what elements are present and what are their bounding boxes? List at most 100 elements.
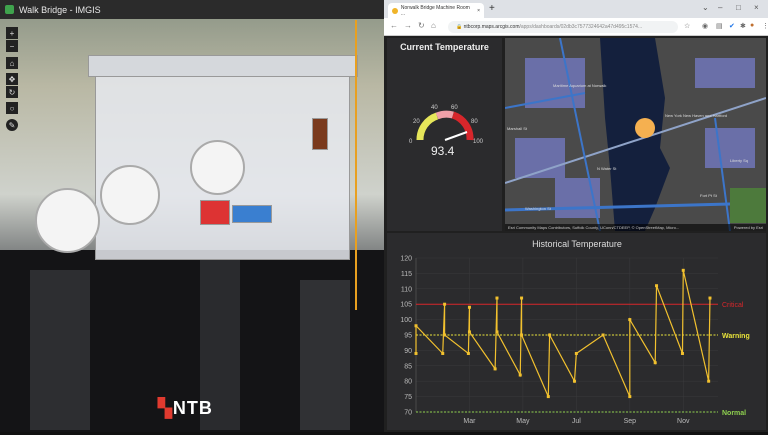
- temperature-gauge: 0 20 40 60 80 100 93.4: [409, 105, 484, 158]
- map-label: Marshall St: [507, 126, 528, 131]
- x-tick-label: Jul: [572, 418, 581, 425]
- historical-temperature-panel: Historical Temperature 70 75 80 85 90 95 100 10…: [387, 233, 766, 430]
- control-panel: [232, 205, 272, 223]
- data-point: [520, 333, 524, 337]
- data-point: [546, 395, 550, 399]
- data-point: [466, 351, 470, 355]
- bridge-marker[interactable]: [635, 118, 655, 138]
- temperature-chart: Historical Temperature 70 75 80 85 90 95 100 10…: [400, 239, 750, 425]
- threshold-label: Normal: [722, 410, 746, 417]
- gear-wheel: [35, 188, 100, 253]
- tab-search-icon[interactable]: ⌄: [702, 3, 709, 12]
- extension-icon[interactable]: ▤: [716, 22, 723, 30]
- gauge-tick: 100: [473, 139, 484, 145]
- data-point: [680, 351, 684, 355]
- threshold-label: Critical: [722, 302, 744, 309]
- star-icon[interactable]: ☆: [684, 22, 690, 30]
- data-point: [574, 351, 578, 355]
- extension-icon[interactable]: ◉: [702, 22, 708, 30]
- y-tick-label: 70: [404, 410, 412, 417]
- machine-room-roof: [88, 55, 358, 77]
- y-tick-label: 110: [401, 286, 412, 293]
- gear-wheel: [100, 165, 160, 225]
- new-tab-button[interactable]: +: [489, 3, 495, 14]
- panel-title: Current Temperature: [400, 42, 489, 52]
- gauge-needle: [444, 131, 468, 141]
- data-point: [708, 296, 712, 300]
- close-window-button[interactable]: ×: [754, 3, 759, 12]
- data-point: [628, 318, 632, 322]
- data-point: [572, 379, 576, 383]
- data-point: [495, 330, 499, 334]
- home-icon[interactable]: ⌂: [431, 21, 436, 30]
- gauge-tick: 80: [471, 119, 478, 125]
- back-icon[interactable]: ←: [390, 21, 398, 30]
- park: [730, 188, 766, 223]
- zoom-in-button[interactable]: +: [6, 27, 18, 39]
- data-point: [628, 395, 632, 399]
- map-label: Washington St: [525, 206, 551, 211]
- data-point: [601, 333, 605, 337]
- url-input[interactable]: 🔒 ntbcorp.maps.arcgis.com/apps/dashboard…: [448, 21, 678, 33]
- data-point: [655, 284, 659, 288]
- window-titlebar: Walk Bridge - IMGIS: [0, 0, 384, 19]
- y-tick-label: 115: [401, 271, 412, 278]
- gauge-tick: 60: [451, 105, 458, 111]
- measure-button[interactable]: ✎: [6, 119, 18, 131]
- profile-avatar[interactable]: ●: [750, 22, 754, 29]
- basemap: [505, 38, 766, 231]
- map-label: New York New Haven and Hartford: [665, 113, 728, 118]
- browser-tab[interactable]: Norwalk Bridge Machine Room ... ×: [388, 3, 484, 18]
- address-bar-row: ← → ↻ ⌂ 🔒 ntbcorp.maps.arcgis.com/apps/d…: [384, 18, 768, 36]
- tab-bar: Norwalk Bridge Machine Room ... × + ⌄ – …: [384, 0, 768, 18]
- minimize-button[interactable]: –: [718, 3, 722, 12]
- zoom-out-button[interactable]: −: [6, 40, 18, 52]
- compass-button[interactable]: ○: [6, 102, 18, 114]
- reload-icon[interactable]: ↻: [418, 21, 425, 30]
- tab-title: Norwalk Bridge Machine Room ...: [400, 4, 470, 17]
- threshold-label: Warning: [722, 333, 750, 340]
- river: [600, 38, 670, 231]
- favicon-icon: [392, 7, 398, 14]
- data-point: [548, 333, 552, 337]
- extension-icon[interactable]: ✔: [729, 22, 735, 30]
- y-tick-label: 90: [404, 348, 412, 355]
- forward-icon[interactable]: →: [404, 21, 412, 30]
- menu-icon[interactable]: ⋮: [762, 22, 768, 30]
- extensions-puzzle-icon[interactable]: ✱: [740, 22, 746, 30]
- maximize-button[interactable]: □: [736, 3, 741, 12]
- y-tick-label: 105: [400, 302, 412, 309]
- url-host: ntbcorp.maps.arcgis.com: [463, 24, 520, 30]
- data-point: [467, 330, 471, 334]
- y-tick-label: 80: [404, 379, 412, 386]
- map-label: Liberty Sq: [730, 158, 749, 163]
- tower-beam: [30, 270, 90, 430]
- url-path: /apps/dashboards/02db3c7577324642a47d495…: [519, 24, 643, 30]
- chart-title: Historical Temperature: [532, 239, 622, 249]
- gauge-tick: 0: [409, 139, 413, 145]
- y-tick-label: 95: [404, 333, 412, 340]
- y-tick-label: 100: [400, 317, 412, 324]
- orbit-button[interactable]: ↻: [6, 86, 18, 98]
- 3d-scene-view[interactable]: Walk Bridge - IMGIS + − ⌂ ✥ ↻ ○ ✎ ▚NTB: [0, 0, 384, 432]
- close-tab-icon[interactable]: ×: [477, 8, 480, 14]
- map-label: N Water St: [597, 166, 617, 171]
- data-point: [443, 333, 447, 337]
- browser-window: Norwalk Bridge Machine Room ... × + ⌄ – …: [384, 0, 768, 432]
- gear-wheel: [190, 140, 245, 195]
- home-button[interactable]: ⌂: [6, 57, 18, 69]
- y-tick-label: 75: [404, 394, 412, 401]
- motor-red: [200, 200, 230, 225]
- data-point: [518, 373, 522, 377]
- current-temperature-panel: Current Temperature 0 20 40 60 80 100 93…: [387, 38, 502, 231]
- map-view[interactable]: Maritime Aquarium at Norwalk New York Ne…: [505, 38, 766, 231]
- gauge-tick: 40: [431, 105, 438, 111]
- data-point: [520, 296, 524, 300]
- data-point: [653, 361, 657, 365]
- gauge-low-band: [416, 112, 439, 141]
- data-point: [414, 351, 418, 355]
- powered-by-link[interactable]: Powered by Esri: [734, 225, 763, 230]
- data-point: [441, 351, 445, 355]
- pan-button[interactable]: ✥: [6, 73, 18, 85]
- window-title: Walk Bridge - IMGIS: [19, 4, 101, 15]
